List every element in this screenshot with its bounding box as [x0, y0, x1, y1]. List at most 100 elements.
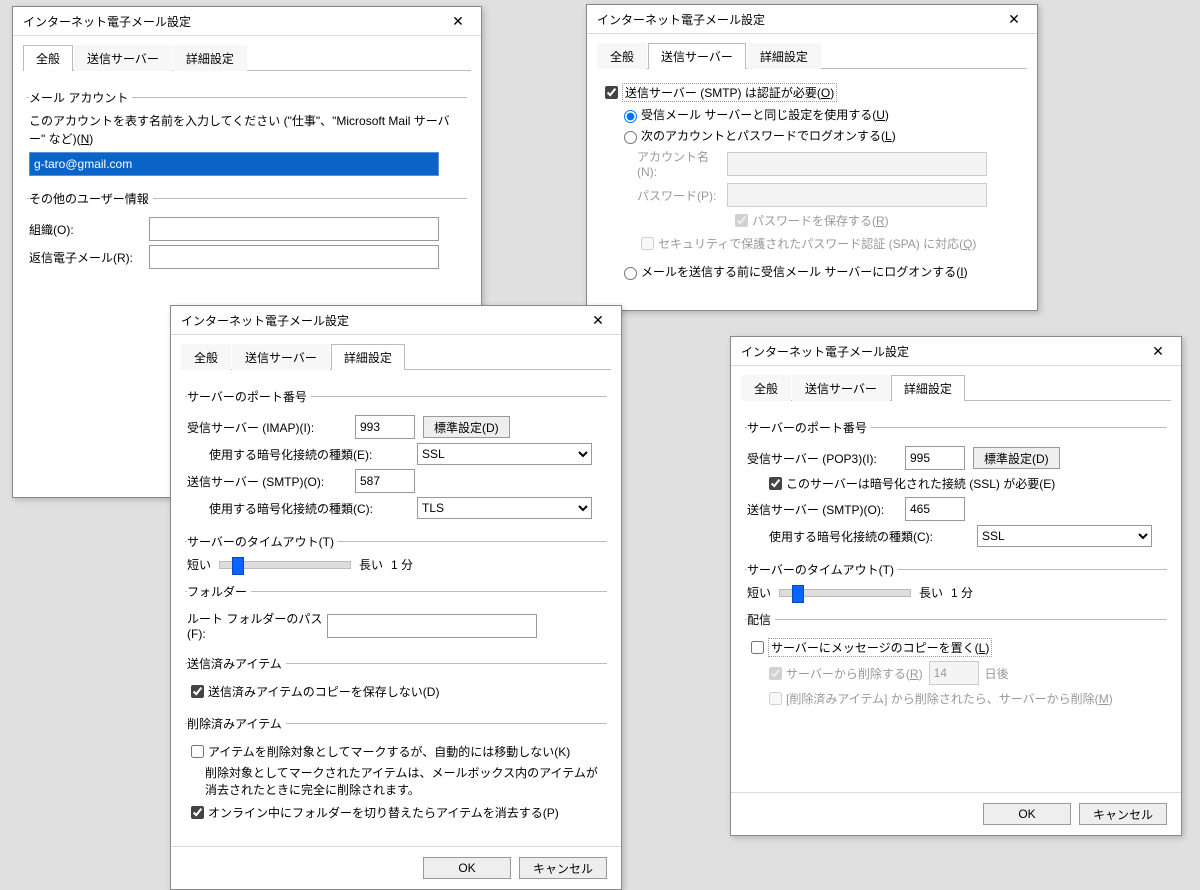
reply-email-label: 返信電子メール(R): — [29, 249, 149, 266]
group-folder-legend: フォルダー — [187, 583, 251, 600]
remove-on-delete-checkbox — [769, 692, 782, 705]
leave-copy-label: サーバーにメッセージのコピーを置く(L) — [768, 638, 992, 657]
dialog-outgoing-server: インターネット電子メール設定 ✕ 全般 送信サーバー 詳細設定 送信サーバー (… — [586, 4, 1038, 311]
timeout-slider[interactable] — [779, 589, 911, 597]
group-folder: フォルダー ルート フォルダーのパス(F): — [185, 583, 607, 647]
same-settings-radio[interactable] — [624, 110, 637, 123]
smtp-auth-checkbox[interactable] — [605, 86, 618, 99]
close-icon[interactable]: ✕ — [997, 9, 1031, 29]
tab-outgoing[interactable]: 送信サーバー — [648, 43, 746, 69]
close-icon[interactable]: ✕ — [581, 310, 615, 330]
account-name-input[interactable] — [29, 152, 439, 176]
pop3-ssl-checkbox[interactable] — [769, 477, 782, 490]
smtp-port-input[interactable] — [905, 497, 965, 521]
root-folder-input[interactable] — [327, 614, 537, 638]
dont-save-sent-label: 送信済みアイテムのコピーを保存しない(D) — [208, 683, 439, 700]
tab-general[interactable]: 全般 — [23, 45, 73, 71]
account-name-input[interactable] — [727, 152, 987, 176]
delete-note: 削除対象としてマークされたアイテムは、メールボックス内のアイテムが消去されたとき… — [205, 765, 605, 799]
tab-general[interactable]: 全般 — [181, 344, 231, 370]
tab-general[interactable]: 全般 — [741, 375, 791, 401]
group-other-user-info: その他のユーザー情報 組織(O): 返信電子メール(R): — [27, 190, 467, 275]
close-icon[interactable]: ✕ — [441, 11, 475, 31]
titlebar: インターネット電子メール設定 ✕ — [731, 337, 1181, 366]
tab-outgoing[interactable]: 送信サーバー — [74, 45, 172, 71]
days-input — [929, 661, 979, 685]
tab-advanced[interactable]: 詳細設定 — [747, 43, 821, 69]
group-timeout-legend: サーバーのタイムアウト(T) — [187, 533, 338, 550]
timeout-slider[interactable] — [219, 561, 351, 569]
logon-radio[interactable] — [624, 131, 637, 144]
close-icon[interactable]: ✕ — [1141, 341, 1175, 361]
default-settings-button[interactable]: 標準設定(D) — [423, 416, 510, 438]
spa-checkbox — [641, 237, 654, 250]
mark-delete-checkbox[interactable] — [191, 745, 204, 758]
remove-on-delete-label: [削除済みアイテム] から削除されたら、サーバーから削除(M) — [786, 690, 1113, 707]
titlebar: インターネット電子メール設定 ✕ — [13, 7, 481, 36]
tab-outgoing[interactable]: 送信サーバー — [232, 344, 330, 370]
spa-label: セキュリティで保護されたパスワード認証 (SPA) に対応(Q) — [658, 235, 976, 252]
dont-save-sent-checkbox[interactable] — [191, 685, 204, 698]
group-server-ports: サーバーのポート番号 受信サーバー (IMAP)(I): 標準設定(D) 使用す… — [185, 388, 607, 525]
imap-port-input[interactable] — [355, 415, 415, 439]
save-password-checkbox — [735, 214, 748, 227]
window-title: インターネット電子メール設定 — [597, 11, 765, 28]
logon-before-label: メールを送信する前に受信メール サーバーにログオンする(I) — [641, 263, 968, 280]
ok-button[interactable]: OK — [983, 803, 1071, 825]
group-mail-account: メール アカウント このアカウントを表す名前を入力してください ("仕事"、"M… — [27, 89, 467, 182]
group-timeout: サーバーのタイムアウト(T) 短い 長い 1 分 — [185, 533, 607, 575]
remove-after-label: サーバーから削除する(R) — [786, 665, 923, 682]
group-deleted-items: 削除済みアイテム アイテムを削除対象としてマークするが、自動的には移動しない(K… — [185, 715, 607, 828]
purge-on-switch-label: オンライン中にフォルダーを切り替えたらアイテムを消去する(P) — [208, 804, 559, 821]
group-sent-items: 送信済みアイテム 送信済みアイテムのコピーを保存しない(D) — [185, 655, 607, 707]
remove-after-checkbox — [769, 667, 782, 680]
organization-input[interactable] — [149, 217, 439, 241]
tab-advanced[interactable]: 詳細設定 — [331, 344, 405, 370]
smtp-port-input[interactable] — [355, 469, 415, 493]
root-folder-label: ルート フォルダーのパス(F): — [187, 610, 327, 641]
cancel-button[interactable]: キャンセル — [1079, 803, 1167, 825]
group-mail-account-legend: メール アカウント — [29, 89, 132, 106]
pop3-port-input[interactable] — [905, 446, 965, 470]
days-suffix: 日後 — [985, 665, 1009, 682]
group-timeout-legend: サーバーのタイムアウト(T) — [747, 561, 898, 578]
timeout-long-label: 長い — [359, 556, 383, 573]
logon-label: 次のアカウントとパスワードでログオンする(L) — [641, 127, 896, 144]
group-other-user-info-legend: その他のユーザー情報 — [29, 190, 153, 207]
smtp-port-label: 送信サーバー (SMTP)(O): — [747, 501, 897, 518]
default-settings-button[interactable]: 標準設定(D) — [973, 447, 1060, 469]
organization-label: 組織(O): — [29, 221, 149, 238]
group-delivery: 配信 サーバーにメッセージのコピーを置く(L) サーバーから削除する(R) 日後… — [745, 611, 1167, 714]
same-settings-label: 受信メール サーバーと同じ設定を使用する(U) — [641, 106, 889, 123]
logon-before-radio[interactable] — [624, 267, 637, 280]
account-name-label: アカウント名(N): — [637, 148, 727, 179]
window-title: インターネット電子メール設定 — [741, 343, 909, 360]
outgoing-encryption-combo[interactable]: TLS — [417, 497, 592, 519]
slider-thumb[interactable] — [792, 585, 804, 603]
smtp-encryption-combo[interactable]: SSL — [977, 525, 1152, 547]
timeout-long-label: 長い — [919, 584, 943, 601]
incoming-encryption-combo[interactable]: SSL — [417, 443, 592, 465]
tab-outgoing[interactable]: 送信サーバー — [792, 375, 890, 401]
tab-advanced[interactable]: 詳細設定 — [891, 375, 965, 401]
smtp-port-label: 送信サーバー (SMTP)(O): — [187, 473, 347, 490]
password-label: パスワード(P): — [637, 187, 727, 204]
password-input[interactable] — [727, 183, 987, 207]
cancel-button[interactable]: キャンセル — [519, 857, 607, 879]
timeout-value: 1 分 — [951, 584, 973, 601]
titlebar: インターネット電子メール設定 ✕ — [587, 5, 1037, 34]
dialog-advanced-pop3: インターネット電子メール設定 ✕ 全般 送信サーバー 詳細設定 サーバーのポート… — [730, 336, 1182, 836]
group-timeout: サーバーのタイムアウト(T) 短い 長い 1 分 — [745, 561, 1167, 603]
group-delivery-legend: 配信 — [747, 611, 775, 628]
tab-general[interactable]: 全般 — [597, 43, 647, 69]
slider-thumb[interactable] — [232, 557, 244, 575]
tab-advanced[interactable]: 詳細設定 — [173, 45, 247, 71]
reply-email-input[interactable] — [149, 245, 439, 269]
purge-on-switch-checkbox[interactable] — [191, 806, 204, 819]
pop3-port-label: 受信サーバー (POP3)(I): — [747, 450, 897, 467]
leave-copy-checkbox[interactable] — [751, 641, 764, 654]
account-description: このアカウントを表す名前を入力してください ("仕事"、"Microsoft M… — [29, 112, 465, 148]
smtp-encryption-label: 使用する暗号化接続の種類(C): — [747, 528, 969, 545]
timeout-short-label: 短い — [187, 556, 211, 573]
ok-button[interactable]: OK — [423, 857, 511, 879]
